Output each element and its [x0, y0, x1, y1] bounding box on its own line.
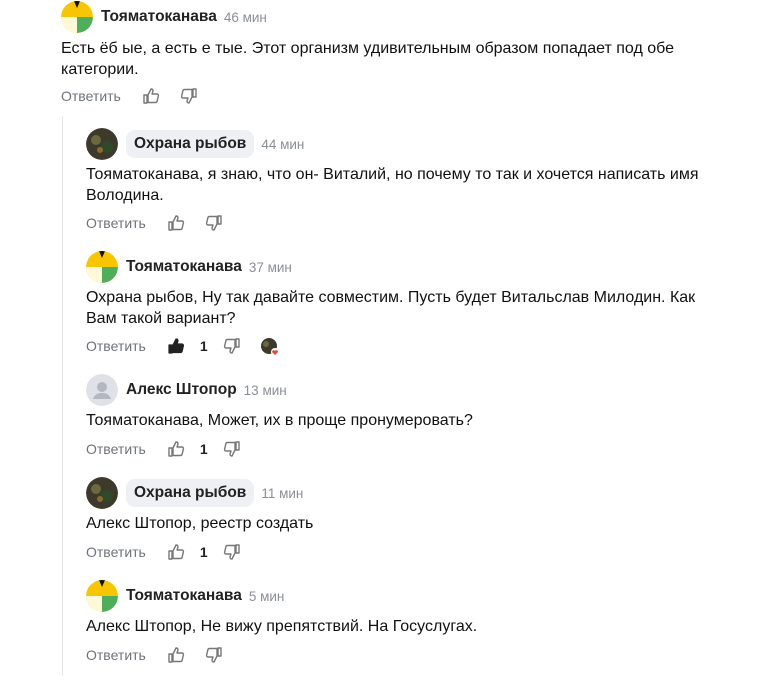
thumbs-up-icon[interactable]: [166, 645, 186, 665]
avatar[interactable]: [86, 128, 118, 160]
avatar[interactable]: [86, 374, 118, 406]
comment-text: Тояматоканава, я знаю, что он- Виталий, …: [86, 166, 699, 204]
timestamp: 13 мин: [243, 382, 287, 398]
thread-line: [62, 116, 63, 676]
comment-text: Есть ёб ые, а есть е тые. Этот организм …: [61, 40, 675, 78]
thumbs-up-filled-icon[interactable]: [166, 336, 186, 356]
comment-text: Алекс Штопор, реестр создать: [86, 515, 314, 532]
reply-button[interactable]: Ответить: [61, 88, 121, 104]
thumbs-up-icon[interactable]: [166, 542, 186, 562]
timestamp: 46 мин: [223, 9, 267, 25]
timestamp: 44 мин: [261, 136, 305, 152]
avatar[interactable]: [61, 1, 93, 33]
thumbs-down-icon[interactable]: [204, 213, 224, 233]
author-name[interactable]: Тояматоканава: [126, 258, 242, 276]
author-name[interactable]: Алекс Штопор: [126, 381, 237, 399]
author-name[interactable]: Охрана рыбов: [126, 479, 255, 507]
user-placeholder-icon: [86, 374, 118, 406]
thumbs-down-icon[interactable]: [222, 439, 242, 459]
liked-by-avatar-icon: [260, 338, 279, 356]
author-name[interactable]: Тояматоканава: [126, 587, 242, 605]
reply-button[interactable]: Ответить: [86, 441, 146, 457]
like-count: 1: [199, 338, 208, 354]
fish-avatar-icon: [86, 128, 118, 160]
reply-button[interactable]: Ответить: [86, 338, 146, 354]
thumbs-down-icon[interactable]: [204, 645, 224, 665]
like-count: 1: [199, 441, 208, 457]
toyama-avatar-icon: [86, 251, 118, 283]
comment-text: Алекс Штопор, Не вижу препятствий. На Го…: [86, 618, 478, 635]
avatar[interactable]: [86, 477, 118, 509]
thumbs-up-icon[interactable]: [166, 213, 186, 233]
timestamp: 11 мин: [261, 485, 304, 501]
thumbs-up-icon[interactable]: [166, 439, 186, 459]
reply-button[interactable]: Ответить: [86, 647, 146, 663]
avatar[interactable]: [86, 580, 118, 612]
thumbs-down-icon[interactable]: [222, 542, 242, 562]
author-name[interactable]: Тояматоканава: [101, 8, 217, 26]
thumbs-down-icon[interactable]: [179, 86, 199, 106]
thumbs-up-icon[interactable]: [141, 86, 161, 106]
fish-avatar-icon: [86, 477, 118, 509]
thumbs-down-icon[interactable]: [222, 336, 242, 356]
avatar[interactable]: [86, 251, 118, 283]
author-name[interactable]: Охрана рыбов: [126, 130, 255, 158]
comment-text: Охрана рыбов, Ну так давайте совместим. …: [86, 289, 696, 327]
reply-button[interactable]: Ответить: [86, 215, 146, 231]
timestamp: 37 мин: [248, 259, 292, 275]
toyama-avatar-icon: [86, 580, 118, 612]
comment-text: Тояматоканава, Может, их в проще пронуме…: [86, 412, 473, 429]
timestamp: 5 мин: [248, 588, 285, 604]
like-count: 1: [199, 544, 208, 560]
reply-button[interactable]: Ответить: [86, 544, 146, 560]
toyama-avatar-icon: [61, 1, 93, 33]
reaction-avatar[interactable]: [260, 337, 279, 356]
